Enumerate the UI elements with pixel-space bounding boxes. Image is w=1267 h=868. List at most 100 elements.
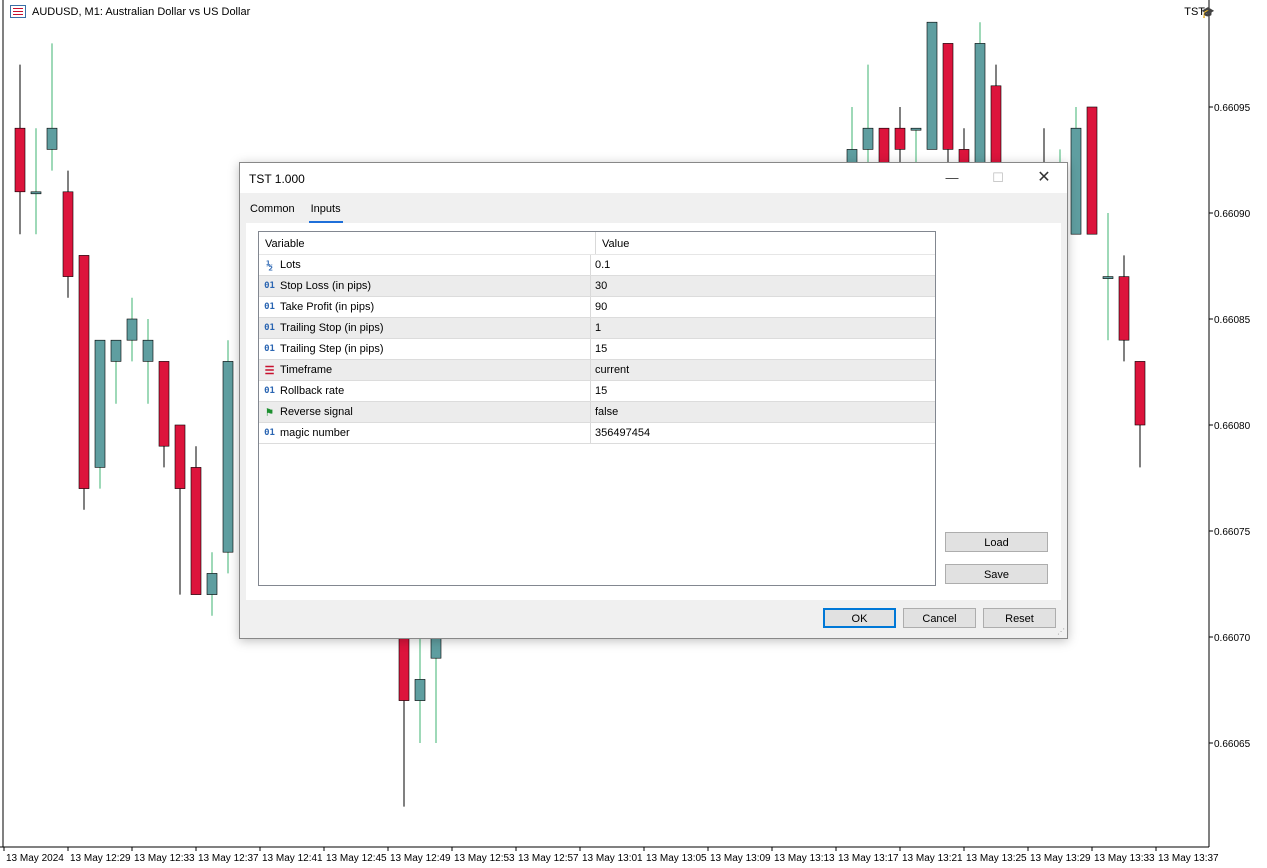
price-label: 0.66075	[1214, 527, 1251, 538]
variable-name: Rollback rate	[280, 385, 345, 397]
variable-cell: ⚑ Reverse signal	[259, 402, 591, 422]
time-label: 13 May 12:57	[518, 853, 579, 864]
value-cell[interactable]: current	[591, 360, 935, 380]
table-row[interactable]: 01 Take Profit (in pips) 90	[259, 297, 935, 318]
time-label: 13 May 12:49	[390, 853, 451, 864]
load-button[interactable]: Load	[945, 532, 1048, 552]
candle-body	[398, 636, 410, 701]
candle-body	[1102, 276, 1114, 279]
variable-cell: 01 Take Profit (in pips)	[259, 297, 591, 317]
candle-body	[942, 43, 954, 150]
dialog-titlebar[interactable]: TST 1.000 — ☐ ✕	[240, 163, 1067, 193]
candle-body	[206, 573, 218, 595]
cancel-button[interactable]: Cancel	[903, 608, 976, 628]
candle-body	[414, 679, 426, 701]
integer-icon: 01	[264, 302, 275, 312]
column-header-variable[interactable]: Variable	[259, 232, 596, 254]
inputs-panel: Variable Value ½ Lots 0.1 01 Stop Loss (in p…	[246, 223, 1061, 600]
candle-body	[78, 255, 90, 489]
time-label: 13 May 2024	[6, 853, 64, 864]
time-label: 13 May 12:53	[454, 853, 515, 864]
candle-body	[222, 361, 234, 553]
price-label: 0.66070	[1214, 633, 1251, 644]
variable-name: Lots	[280, 259, 301, 271]
chart-window-icon	[10, 5, 26, 18]
bullish-candle	[94, 339, 106, 489]
time-label: 13 May 13:17	[838, 853, 899, 864]
bearish-candle	[1086, 106, 1098, 235]
expert-properties-dialog: TST 1.000 — ☐ ✕ Common Inputs Variable V…	[239, 162, 1068, 639]
candle-body	[142, 339, 154, 362]
candle-body	[174, 424, 186, 489]
value-cell[interactable]: 90	[591, 297, 935, 317]
symbol-label: AUDUSD, M1: Australian Dollar vs US Doll…	[32, 5, 251, 18]
price-label: 0.66090	[1214, 209, 1251, 220]
time-label: 13 May 13:13	[774, 853, 835, 864]
value-cell[interactable]: false	[591, 402, 935, 422]
candle-body	[110, 339, 122, 362]
candle-body	[190, 467, 202, 595]
value-cell[interactable]: 15	[591, 339, 935, 359]
table-row[interactable]: 01 Trailing Step (in pips) 15	[259, 339, 935, 360]
time-label: 13 May 13:37	[1158, 853, 1219, 864]
table-row[interactable]: 01 Rollback rate 15	[259, 381, 935, 402]
time-label: 13 May 13:21	[902, 853, 963, 864]
time-label: 13 May 13:33	[1094, 853, 1155, 864]
value-cell[interactable]: 1	[591, 318, 935, 338]
candle-body	[430, 636, 442, 659]
price-label: 0.66095	[1214, 103, 1251, 114]
maximize-icon[interactable]: ☐	[975, 163, 1021, 193]
value-cell[interactable]: 356497454	[591, 423, 935, 443]
table-row[interactable]: 01 Stop Loss (in pips) 30	[259, 276, 935, 297]
variable-name: Take Profit (in pips)	[280, 301, 375, 313]
variable-cell: 01 magic number	[259, 423, 591, 443]
ok-button[interactable]: OK	[823, 608, 896, 628]
dialog-tabs: Common Inputs	[248, 201, 343, 223]
time-label: 13 May 13:01	[582, 853, 643, 864]
table-row[interactable]: ⚑ Reverse signal false	[259, 402, 935, 423]
candle-body	[126, 318, 138, 341]
variable-cell: ☰ Timeframe	[259, 360, 591, 380]
table-row[interactable]: ☰ Timeframe current	[259, 360, 935, 381]
time-label: 13 May 13:09	[710, 853, 771, 864]
minimize-icon[interactable]: —	[929, 163, 975, 193]
value-cell[interactable]: 0.1	[591, 255, 935, 275]
table-row[interactable]: ½ Lots 0.1	[259, 255, 935, 276]
variable-cell: 01 Stop Loss (in pips)	[259, 276, 591, 296]
variable-name: Trailing Stop (in pips)	[280, 322, 384, 334]
enum-icon: ☰	[264, 363, 275, 377]
tab-inputs[interactable]: Inputs	[308, 201, 343, 223]
variable-name: Timeframe	[280, 364, 333, 376]
table-row[interactable]: 01 magic number 356497454	[259, 423, 935, 444]
resize-grip-icon[interactable]: ⋰	[1057, 627, 1065, 636]
time-label: 13 May 12:33	[134, 853, 195, 864]
time-label: 13 May 13:05	[646, 853, 707, 864]
time-label: 13 May 12:41	[262, 853, 323, 864]
bool-flag-icon: ⚑	[265, 405, 274, 419]
table-row[interactable]: 01 Trailing Stop (in pips) 1	[259, 318, 935, 339]
bullish-candle	[926, 21, 938, 150]
candle-body	[1118, 276, 1130, 341]
column-header-value[interactable]: Value	[596, 232, 629, 254]
price-label: 0.66080	[1214, 421, 1251, 432]
table-body: ½ Lots 0.1 01 Stop Loss (in pips) 30 01 Take Pr…	[259, 255, 935, 444]
chart-symbol-title: AUDUSD, M1: Australian Dollar vs US Doll…	[10, 5, 250, 18]
bearish-candle	[78, 255, 90, 510]
candle-body	[862, 127, 874, 150]
variable-cell: 01 Rollback rate	[259, 381, 591, 401]
integer-icon: 01	[264, 344, 275, 354]
value-cell[interactable]: 30	[591, 276, 935, 296]
candle-body	[1134, 361, 1146, 426]
tab-common[interactable]: Common	[248, 201, 297, 223]
reset-button[interactable]: Reset	[983, 608, 1056, 628]
integer-icon: 01	[264, 428, 275, 438]
save-button[interactable]: Save	[945, 564, 1048, 584]
value-cell[interactable]: 15	[591, 381, 935, 401]
candle-body	[158, 361, 170, 447]
close-icon[interactable]: ✕	[1021, 163, 1067, 193]
candle-body	[1070, 127, 1082, 235]
time-label: 13 May 13:25	[966, 853, 1027, 864]
candle-body	[62, 191, 74, 277]
inputs-table: Variable Value ½ Lots 0.1 01 Stop Loss (in p…	[258, 231, 936, 586]
integer-icon: 01	[264, 323, 275, 333]
